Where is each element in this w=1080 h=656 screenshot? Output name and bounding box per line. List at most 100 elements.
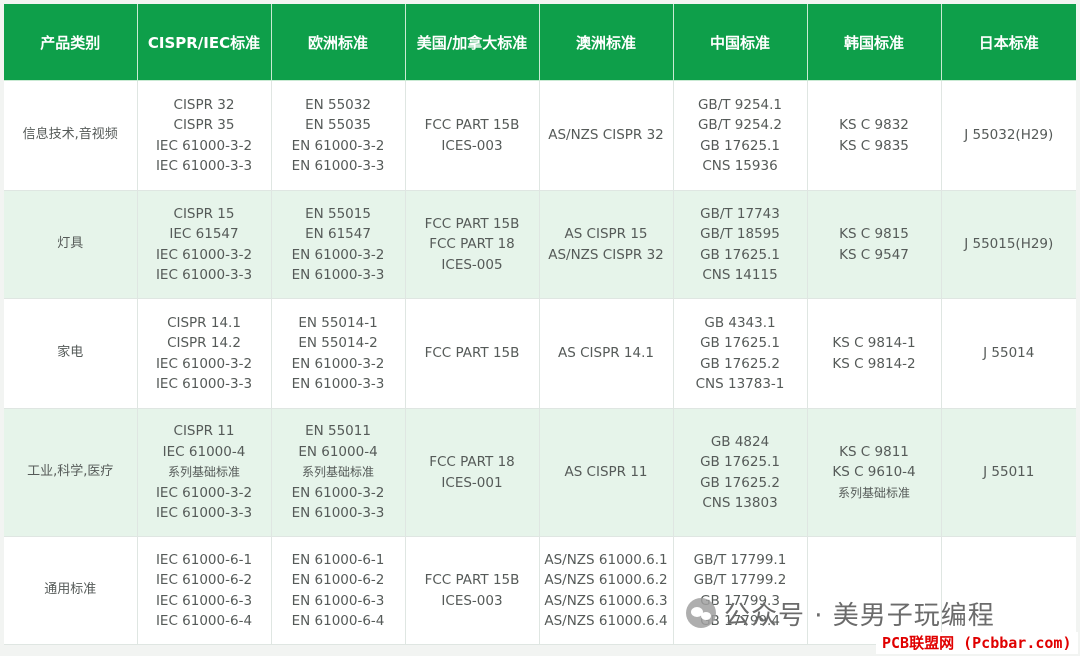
standard-code: IEC 61547: [169, 226, 239, 242]
table-row: 信息技术,音视频 CISPR 32 CISPR 35 IEC 61000-3-2 IEC…: [4, 80, 1076, 191]
standard-code: AS/NZS CISPR 32: [548, 246, 664, 263]
europe-cell: EN 55032 EN 55035 EN 61000-3-2 EN 61000-3-3: [271, 80, 406, 191]
standard-code: EN 61000-3-2: [291, 246, 385, 263]
cispr-iec-cell: CISPR 11 IEC 61000-4 系列基础标准 IEC 61000-3-2 IE…: [137, 408, 272, 537]
standard-code: KS C 9547: [839, 246, 909, 263]
standard-code: IEC 61000-6-3: [155, 592, 253, 609]
standard-code: KS C 9814-2: [832, 355, 916, 372]
header-china: 中国标准: [673, 4, 808, 81]
standard-code: EN 61000-3-3: [291, 376, 385, 392]
emc-standards-table: 产品类别 CISPR/IEC标准 欧洲标准 美国/加拿大标准 澳洲标准 中国标准…: [4, 4, 1076, 645]
standard-code: 系列基础标准: [301, 465, 374, 480]
standard-code: IEC 61000-3-2: [155, 484, 253, 501]
us-canada-cell: FCC PART 15B ICES-003: [405, 80, 540, 191]
japan-cell: J 55015(H29): [941, 190, 1076, 299]
standard-code: AS CISPR 15: [564, 226, 648, 242]
europe-cell: EN 55015 EN 61547 EN 61000-3-2 EN 61000-3-3: [271, 190, 406, 299]
standard-code: FCC PART 18: [429, 454, 515, 470]
standards-table-container: 产品类别 CISPR/IEC标准 欧洲标准 美国/加拿大标准 澳洲标准 中国标准…: [4, 4, 1076, 650]
standard-code: AS/NZS 61000.6.4: [544, 613, 668, 629]
standard-code: KS C 9815: [839, 226, 909, 242]
wechat-watermark: 公众号 · 美男子玩编程: [686, 596, 995, 631]
standard-code: EN 61000-3-2: [291, 484, 385, 501]
header-row: 产品类别 CISPR/IEC标准 欧洲标准 美国/加拿大标准 澳洲标准 中国标准…: [4, 4, 1076, 81]
standard-code: EN 61000-3-2: [291, 355, 385, 372]
standard-code: IEC 61000-3-2: [155, 355, 253, 372]
category-cell: 信息技术,音视频: [4, 80, 138, 191]
standard-code: IEC 61000-3-2: [155, 246, 253, 263]
standard-code: AS/NZS 61000.6.2: [544, 572, 668, 588]
standard-code: AS/NZS CISPR 32: [548, 127, 664, 144]
header-cispr-iec: CISPR/IEC标准: [137, 4, 272, 81]
cispr-iec-cell: CISPR 14.1 CISPR 14.2 IEC 61000-3-2 IEC 610…: [137, 298, 272, 409]
standard-code: J 55014: [983, 345, 1035, 362]
standard-code: EN 61000-3-3: [291, 505, 385, 522]
korea-cell: KS C 9832 KS C 9835: [807, 80, 942, 191]
standard-code: EN 61547: [305, 226, 371, 242]
category-cell: 家电: [4, 298, 138, 409]
standard-code: EN 61000-6-3: [291, 592, 385, 609]
europe-cell: EN 55014-1 EN 55014-2 EN 61000-3-2 EN 61000…: [271, 298, 406, 409]
standard-code: AS CISPR 14.1: [558, 345, 654, 362]
standard-code: EN 55032: [305, 96, 371, 113]
standard-code: CNS 13783-1: [695, 376, 785, 392]
standard-code: AS/NZS 61000.6.1: [544, 551, 668, 568]
header-us-canada: 美国/加拿大标准: [405, 4, 540, 81]
australia-cell: AS CISPR 11: [539, 408, 674, 537]
standard-code: FCC PART 15B: [424, 215, 520, 232]
category-cell: 工业,科学,医疗: [4, 408, 138, 537]
standard-code: KS C 9832: [839, 117, 909, 133]
standard-code: GB/T 18595: [700, 226, 780, 242]
standard-code: GB/T 17799.2: [693, 572, 787, 588]
standard-code: 系列基础标准: [837, 485, 910, 500]
standard-code: GB/T 9254.1: [697, 96, 783, 113]
standard-code: GB 17625.1: [700, 454, 780, 470]
standard-code: KS C 9814-1: [832, 335, 916, 351]
standard-code: KS C 9610-4: [832, 464, 916, 481]
standard-code: GB/T 17799.1: [693, 551, 787, 568]
standard-code: GB 17625.2: [700, 355, 780, 372]
japan-cell: J 55032(H29): [941, 80, 1076, 191]
header-europe: 欧洲标准: [271, 4, 406, 81]
category-cell: 通用标准: [4, 536, 138, 645]
standard-code: GB 17625.1: [700, 335, 780, 351]
standard-code: GB 4343.1: [704, 314, 776, 331]
standard-code: ICES-001: [441, 474, 503, 491]
standard-code: IEC 61000-3-3: [155, 267, 253, 283]
cispr-iec-cell: CISPR 32 CISPR 35 IEC 61000-3-2 IEC 61000-3…: [137, 80, 272, 191]
korea-cell: KS C 9811 KS C 9610-4 系列基础标准: [807, 408, 942, 537]
europe-cell: EN 55011 EN 61000-4 系列基础标准 EN 61000-3-2 EN 6…: [271, 408, 406, 537]
standard-code: 系列基础标准: [167, 465, 240, 480]
standard-code: J 55011: [983, 464, 1035, 481]
site-watermark: PCB联盟网 (Pcbbar.com): [876, 632, 1078, 654]
australia-cell: AS CISPR 14.1: [539, 298, 674, 409]
standard-code: CISPR 35: [173, 117, 235, 133]
standard-code: FCC PART 18: [429, 236, 515, 253]
standard-code: GB 17625.1: [700, 246, 780, 263]
standard-code: FCC PART 15B: [424, 345, 520, 362]
standard-code: IEC 61000-3-3: [155, 158, 253, 174]
standard-code: ICES-005: [441, 256, 503, 273]
standard-code: CNS 13803: [702, 495, 778, 511]
standard-code: EN 61000-6-4: [291, 613, 385, 629]
standard-code: AS CISPR 11: [564, 464, 648, 481]
category-cell: 灯具: [4, 190, 138, 299]
standard-code: EN 55035: [305, 117, 371, 133]
header-category: 产品类别: [4, 4, 138, 81]
standard-code: CISPR 14.2: [167, 335, 241, 351]
standard-code: CISPR 14.1: [167, 314, 241, 331]
standard-code: AS/NZS 61000.6.3: [544, 592, 668, 609]
wechat-icon: [686, 598, 716, 628]
table-row: 家电 CISPR 14.1 CISPR 14.2 IEC 61000-3-2 IEC 6…: [4, 298, 1076, 409]
header-australia: 澳洲标准: [539, 4, 674, 81]
standard-code: IEC 61000-3-2: [155, 137, 253, 154]
table-row: 工业,科学,医疗 CISPR 11 IEC 61000-4 系列基础标准 IEC 610…: [4, 408, 1076, 537]
australia-cell: AS CISPR 15 AS/NZS CISPR 32: [539, 190, 674, 299]
table-body: 信息技术,音视频 CISPR 32 CISPR 35 IEC 61000-3-2 IEC…: [4, 80, 1076, 645]
standard-code: GB 17625.1: [700, 137, 780, 154]
standard-code: KS C 9811: [839, 443, 909, 460]
us-canada-cell: FCC PART 15B ICES-003: [405, 536, 540, 645]
japan-cell: J 55014: [941, 298, 1076, 409]
europe-cell: EN 61000-6-1 EN 61000-6-2 EN 61000-6-3 EN 6…: [271, 536, 406, 645]
standard-code: GB 17625.2: [700, 474, 780, 491]
